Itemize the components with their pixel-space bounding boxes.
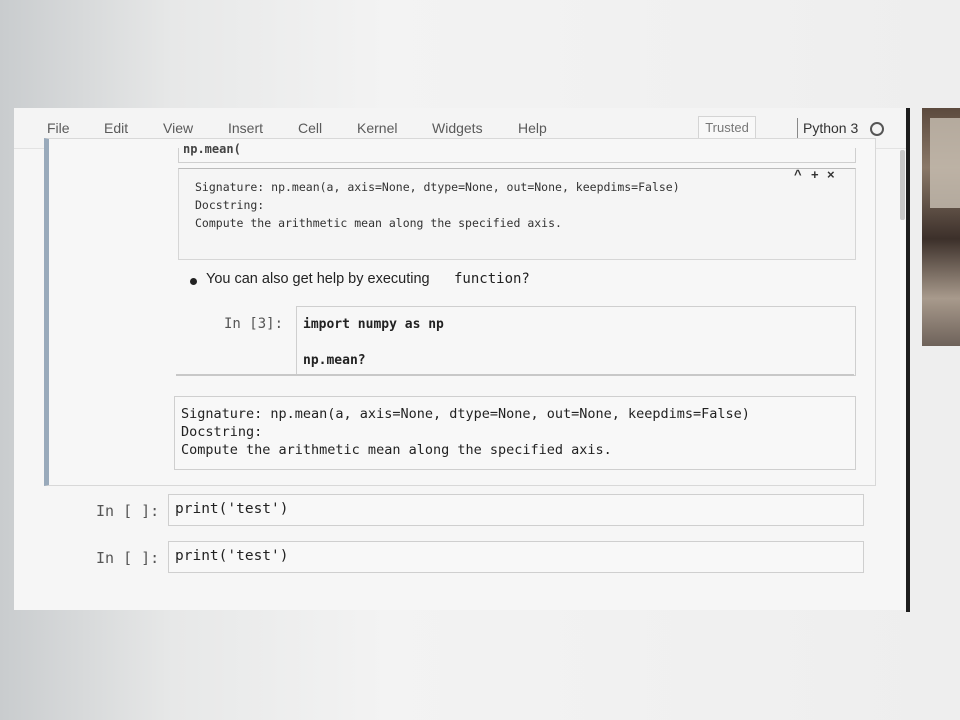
menu-cell[interactable]: Cell [298,120,322,136]
code-cell-3-input[interactable]: import numpy as np np.mean? [296,306,856,376]
cell-prompt-empty-2: In [ ]: [96,549,160,567]
window-edge [906,108,910,612]
output-signature: Signature: np.mean(a, axis=None, dtype=N… [181,406,750,422]
top-code-text: np.mean( [183,142,241,156]
webcam-highlight [930,118,960,208]
code-cell-empty-1[interactable]: print('test') [168,494,864,526]
code-cell-empty-2[interactable]: print('test') [168,541,864,573]
jupyter-notebook: File Edit View Insert Cell Kernel Widget… [14,108,906,610]
kernel-name: Python 3 [803,120,859,136]
kernel-separator [797,118,798,138]
markdown-bullet-text: You can also get help by executing [206,271,434,287]
menu-view[interactable]: View [163,120,193,136]
kernel-status-icon [870,122,884,136]
help-pager: Signature: np.mean(a, axis=None, dtype=N… [178,168,856,260]
code-cell-empty-2-text: print('test') [175,548,289,564]
output-docstring-label: Docstring: [181,424,263,440]
cell-divider [176,374,854,376]
bullet-icon [190,278,197,285]
code-cell-empty-1-text: print('test') [175,501,289,517]
cell-prompt-empty-1: In [ ]: [96,502,160,520]
trusted-indicator[interactable]: Trusted [698,116,756,140]
pager-signature: Signature: np.mean(a, axis=None, dtype=N… [195,180,680,194]
notebook-scrollbar[interactable] [900,150,905,220]
markdown-inline-code: function? [454,271,530,287]
pager-docstring: Compute the arithmetic mean along the sp… [195,216,562,230]
cell-3-output: Signature: np.mean(a, axis=None, dtype=N… [174,396,856,470]
pager-open-icon[interactable]: + [811,167,819,182]
pager-docstring-label: Docstring: [195,198,265,212]
menu-widgets[interactable]: Widgets [432,120,483,136]
cell-prompt-3: In [3]: [224,316,284,332]
pager-expand-icon[interactable]: ^ [794,167,802,182]
menu-insert[interactable]: Insert [228,120,263,136]
menu-file[interactable]: File [47,120,70,136]
output-docstring: Compute the arithmetic mean along the sp… [181,442,612,458]
menu-help[interactable]: Help [518,120,547,136]
top-code-cell[interactable]: np.mean( [178,142,856,163]
code-line-2: np.mean? [303,353,366,368]
code-line-1: import numpy as np [303,317,444,332]
pager-close-icon[interactable]: × [827,167,835,182]
menu-edit[interactable]: Edit [104,120,128,136]
menu-kernel[interactable]: Kernel [357,120,397,136]
